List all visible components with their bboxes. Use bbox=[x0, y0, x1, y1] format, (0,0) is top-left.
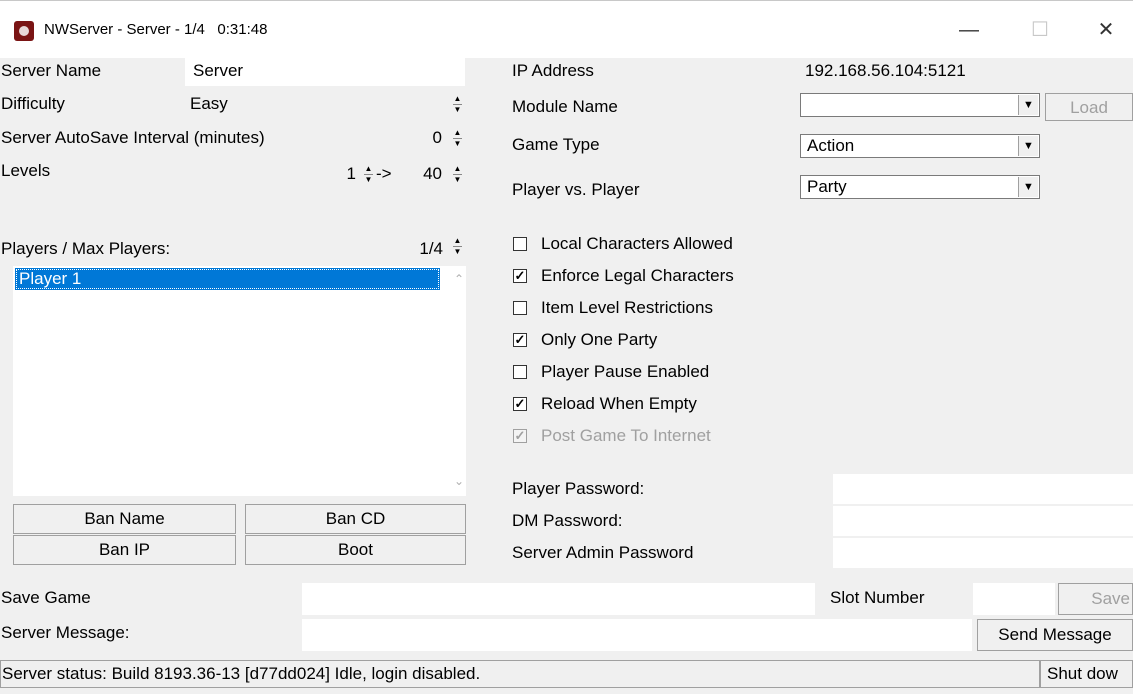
ip-address-value: 192.168.56.104:5121 bbox=[805, 61, 966, 80]
shutdown-button[interactable]: Shut dow bbox=[1040, 660, 1133, 688]
post-game-checkbox: ✓ bbox=[513, 428, 527, 443]
dm-password-field[interactable] bbox=[833, 506, 1133, 536]
item-level-checkbox[interactable] bbox=[513, 301, 527, 315]
game-type-value: Action bbox=[807, 136, 855, 155]
module-name-label: Module Name bbox=[512, 97, 618, 116]
item-level-label: Item Level Restrictions bbox=[541, 298, 713, 317]
enforce-legal-label: Enforce Legal Characters bbox=[541, 266, 734, 285]
server-name-field[interactable]: Server bbox=[185, 58, 465, 86]
load-button: Load bbox=[1045, 93, 1133, 121]
difficulty-value: Easy bbox=[190, 94, 228, 113]
player-password-label: Player Password: bbox=[512, 479, 645, 498]
window-title: NWServer - Server - 1/4 0:31:48 bbox=[44, 20, 267, 40]
server-name-value: Server bbox=[193, 61, 244, 80]
admin-password-field[interactable] bbox=[833, 538, 1133, 568]
difficulty-label: Difficulty bbox=[1, 94, 65, 113]
chevron-down-icon: ▼ bbox=[1018, 95, 1038, 115]
levels-max-value: 40 bbox=[423, 164, 442, 183]
scroll-up-icon[interactable]: ⌃ bbox=[452, 272, 466, 286]
difficulty-spinner[interactable]: ▲ ▼ bbox=[452, 94, 463, 116]
autosave-value: 0 bbox=[432, 128, 442, 147]
game-type-select[interactable]: Action ▼ bbox=[800, 134, 1040, 158]
app-icon bbox=[14, 21, 34, 41]
enforce-legal-checkbox[interactable]: ✓ bbox=[513, 269, 527, 283]
autosave-label: Server AutoSave Interval (minutes) bbox=[1, 128, 265, 147]
list-item[interactable]: Player 1 bbox=[15, 268, 440, 290]
levels-min-spinner[interactable]: ▲ ▼ bbox=[363, 164, 374, 186]
players-label: Players / Max Players: bbox=[1, 239, 171, 258]
scroll-down-icon[interactable]: ⌄ bbox=[452, 474, 466, 488]
levels-label: Levels bbox=[1, 161, 51, 180]
levels-min-value: 1 bbox=[346, 164, 356, 183]
reload-when-empty-label: Reload When Empty bbox=[541, 394, 697, 413]
server-message-label: Server Message: bbox=[1, 623, 130, 642]
levels-max-spinner[interactable]: ▲ ▼ bbox=[452, 164, 463, 186]
send-message-button[interactable]: Send Message bbox=[977, 619, 1133, 651]
admin-password-label: Server Admin Password bbox=[512, 543, 694, 562]
close-button[interactable]: ✕ bbox=[1083, 13, 1129, 47]
chevron-down-icon: ▼ bbox=[1018, 136, 1038, 156]
autosave-spinner[interactable]: ▲ ▼ bbox=[452, 128, 463, 150]
player-pause-label: Player Pause Enabled bbox=[541, 362, 710, 381]
pvp-select[interactable]: Party ▼ bbox=[800, 175, 1040, 199]
close-icon: ✕ bbox=[1097, 19, 1115, 41]
only-one-party-checkbox[interactable]: ✓ bbox=[513, 333, 527, 347]
ip-address-label: IP Address bbox=[512, 61, 594, 80]
pvp-label: Player vs. Player bbox=[512, 180, 640, 199]
post-game-label: Post Game To Internet bbox=[541, 426, 711, 445]
ban-cd-button[interactable]: Ban CD bbox=[245, 504, 466, 534]
maximize-button: ☐ bbox=[1017, 13, 1063, 47]
status-text: Server status: Build 8193.36-13 [d77dd02… bbox=[2, 664, 481, 683]
levels-arrow: -> bbox=[376, 164, 392, 183]
title-bar: NWServer - Server - 1/4 0:31:48 — ☐ ✕ bbox=[0, 0, 1133, 59]
max-players-spinner[interactable]: ▲ ▼ bbox=[452, 236, 463, 258]
server-name-label: Server Name bbox=[1, 61, 102, 80]
slot-number-label: Slot Number bbox=[830, 588, 925, 607]
ban-name-button[interactable]: Ban Name bbox=[13, 504, 236, 534]
save-button: Save bbox=[1058, 583, 1133, 615]
player-pause-checkbox[interactable] bbox=[513, 365, 527, 379]
maximize-icon: ☐ bbox=[1031, 19, 1049, 41]
player-password-field[interactable] bbox=[833, 474, 1133, 504]
save-game-field[interactable] bbox=[302, 583, 815, 615]
pvp-value: Party bbox=[807, 177, 847, 196]
only-one-party-label: Only One Party bbox=[541, 330, 658, 349]
status-bar: Server status: Build 8193.36-13 [d77dd02… bbox=[0, 660, 1040, 688]
game-type-label: Game Type bbox=[512, 135, 600, 154]
module-name-select[interactable]: ▼ bbox=[800, 93, 1040, 117]
minimize-icon: — bbox=[959, 19, 979, 41]
uptime-timer: 0:31:48 bbox=[217, 21, 268, 38]
server-message-field[interactable] bbox=[302, 619, 972, 651]
boot-button[interactable]: Boot bbox=[245, 535, 466, 565]
minimize-button[interactable]: — bbox=[946, 13, 992, 47]
player-list[interactable]: Player 1 ⌃ ⌄ bbox=[13, 266, 466, 496]
dm-password-label: DM Password: bbox=[512, 511, 623, 530]
slot-number-field[interactable] bbox=[973, 583, 1055, 615]
ban-ip-button[interactable]: Ban IP bbox=[13, 535, 236, 565]
chevron-down-icon: ▼ bbox=[1018, 177, 1038, 197]
window-title-text: NWServer - Server - 1/4 bbox=[44, 21, 205, 38]
reload-when-empty-checkbox[interactable]: ✓ bbox=[513, 397, 527, 411]
save-game-label: Save Game bbox=[1, 588, 91, 607]
local-characters-label: Local Characters Allowed bbox=[541, 234, 733, 253]
players-count: 1/4 bbox=[419, 239, 443, 258]
local-characters-checkbox[interactable] bbox=[513, 237, 527, 251]
